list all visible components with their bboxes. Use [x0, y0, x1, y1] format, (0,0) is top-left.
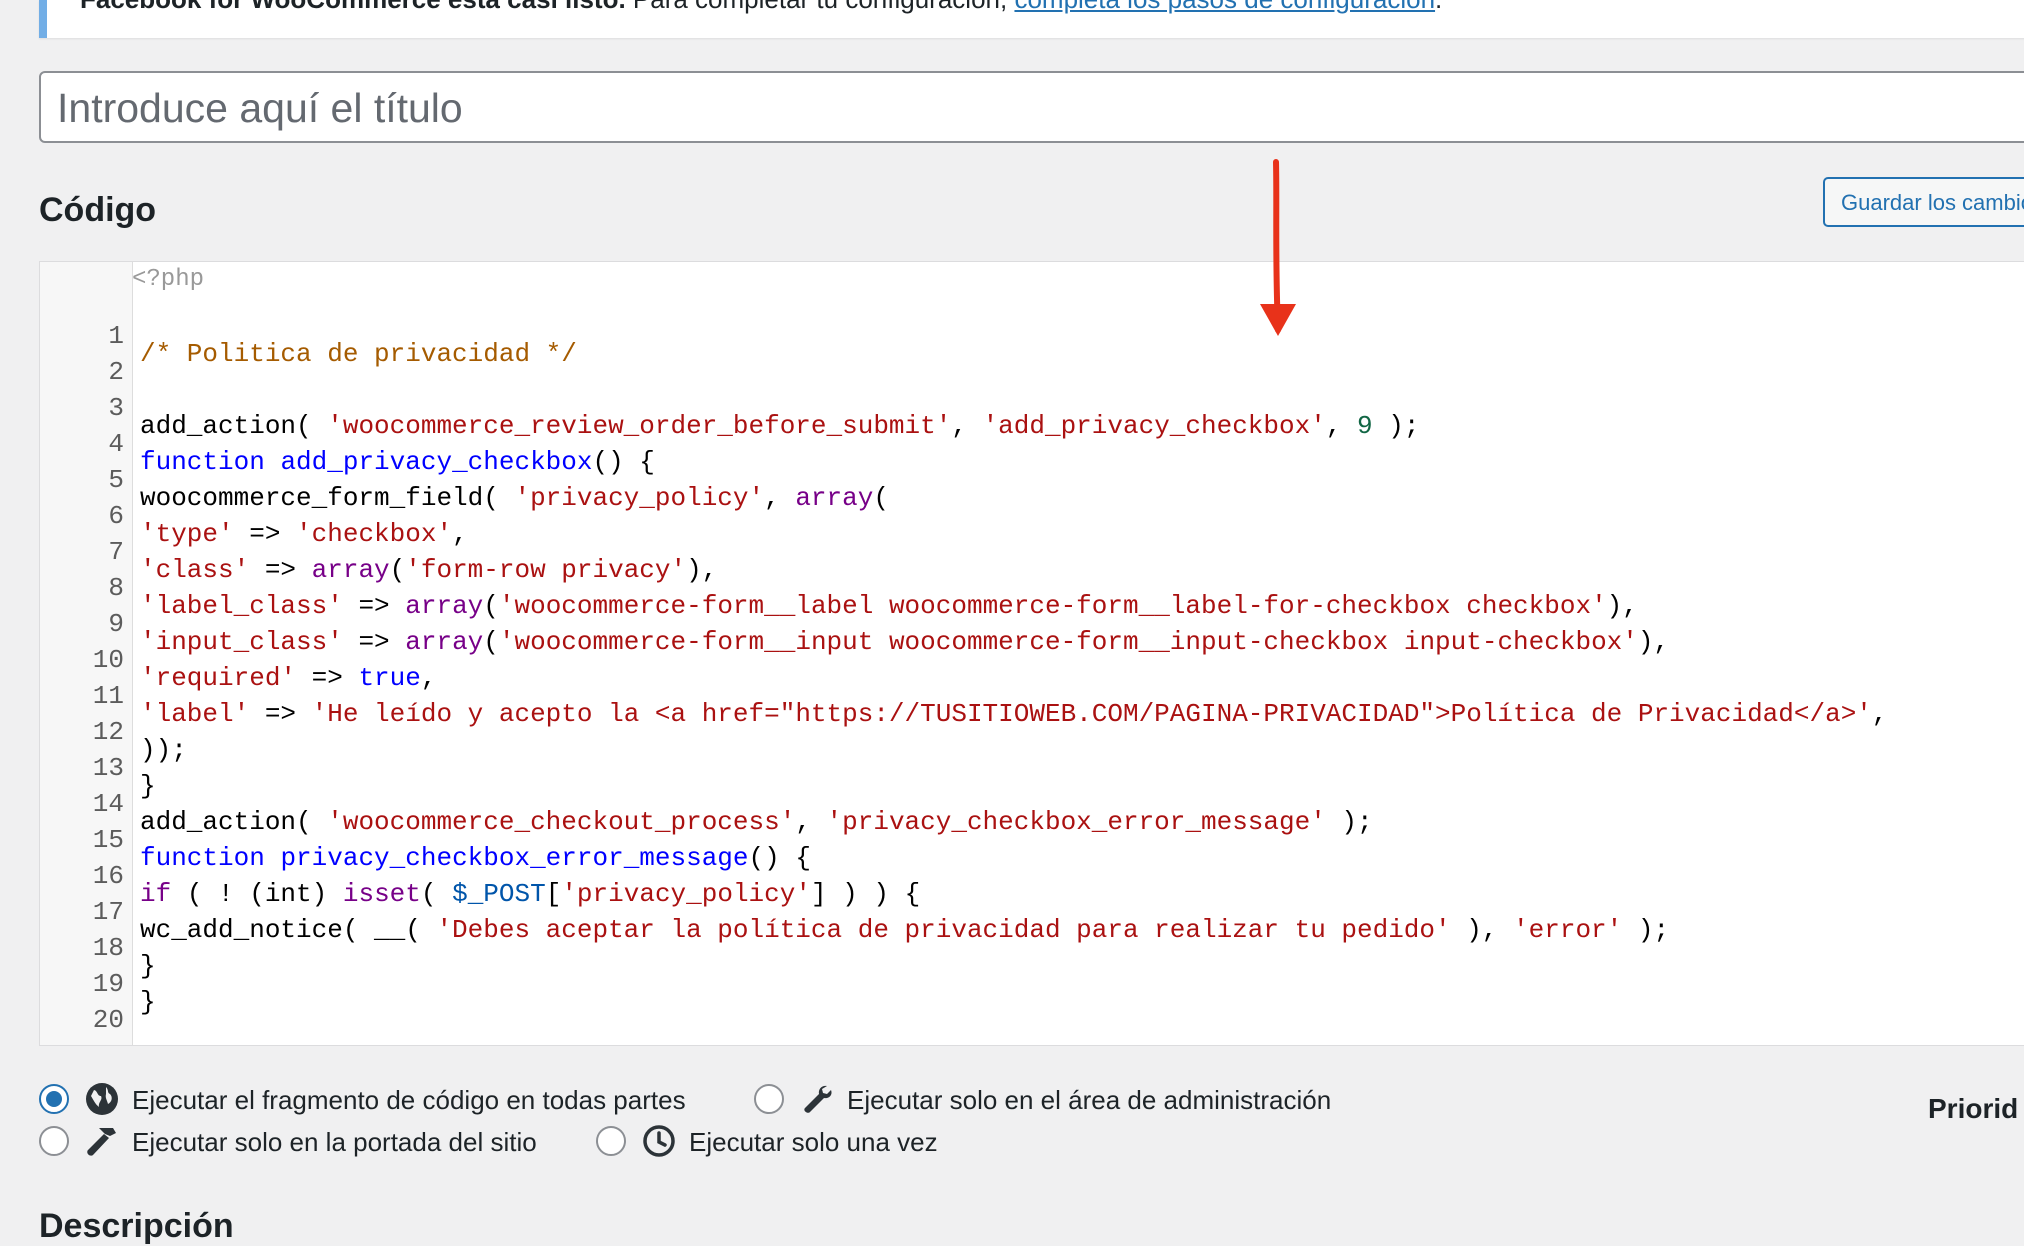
php-open-tag: <?php [132, 266, 205, 293]
admin-notice: Facebook for WooCommerce está casi listo… [39, 0, 2024, 38]
description-heading: Descripción [39, 1207, 234, 1245]
code-section-heading: Código [39, 191, 157, 229]
option-admin[interactable]: Ejecutar solo en el área de administraci… [754, 1082, 1394, 1118]
code-line: 15 function privacy_checkbox_error_messa… [40, 804, 2024, 873]
radio-frontend[interactable] [39, 1126, 69, 1156]
code-line: 2 [40, 336, 2024, 387]
title-input[interactable]: Introduce aquí el título [39, 71, 2024, 143]
title-placeholder: Introduce aquí el título [57, 85, 463, 131]
notice-text: Facebook for WooCommerce está casi listo… [80, 0, 1442, 15]
radio-once[interactable] [596, 1126, 626, 1156]
code-line: 6 'type' => 'checkbox', [40, 480, 2024, 549]
clock-icon [643, 1125, 675, 1157]
code-line: 5 woocommerce_form_field( 'privacy_polic… [40, 444, 2024, 513]
code-line: 16 if ( ! (int) isset( $_POST['privacy_p… [40, 840, 2024, 909]
code-line: 8 'label_class' => array('woocommerce-fo… [40, 552, 2024, 621]
wrench-icon [804, 1085, 832, 1113]
code-line: 19 } [40, 948, 2024, 1017]
notice-body: Para completar tu configuración, [626, 0, 1015, 14]
option-everywhere-label: Ejecutar el fragmento de código en todas… [132, 1085, 686, 1115]
code-line: 18 } [40, 912, 2024, 981]
annotation-arrow-icon [1260, 159, 1296, 336]
code-line: 17 wc_add_notice( __( 'Debes aceptar la … [40, 876, 2024, 945]
option-frontend[interactable]: Ejecutar solo en la portada del sitio [39, 1124, 619, 1160]
code-line: 14 add_action( 'woocommerce_checkout_pro… [40, 768, 2024, 837]
code-line: 20 [40, 984, 2024, 1035]
code-line: 7 'class' => array('form-row privacy'), [40, 516, 2024, 585]
code-line: 10 'required' => true, [40, 624, 2024, 693]
radio-admin[interactable] [754, 1084, 784, 1114]
notice-bold: Facebook for WooCommerce está casi listo… [80, 0, 626, 14]
radio-everywhere[interactable] [39, 1084, 69, 1114]
option-admin-label: Ejecutar solo en el área de administraci… [847, 1085, 1332, 1115]
notice-tail: . [1435, 0, 1442, 14]
code-line: 11 'label' => 'He leído y acepto la <a h… [40, 660, 2024, 729]
code-line: 12 )); [40, 696, 2024, 765]
option-once[interactable]: Ejecutar solo una vez [596, 1124, 1016, 1160]
code-line: 13 } [40, 732, 2024, 801]
code-line: 3 add_action( 'woocommerce_review_order_… [40, 372, 2024, 441]
save-changes-button[interactable]: Guardar los cambios [1823, 177, 2024, 227]
setup-steps-link[interactable]: completa los pasos de configuración [1014, 0, 1435, 14]
code-line: 9 'input_class' => array('woocommerce-fo… [40, 588, 2024, 657]
globe-icon [86, 1083, 118, 1115]
code-line: 1 /* Politica de privacidad */ [40, 300, 2024, 369]
scope-options: Ejecutar el fragmento de código en todas… [39, 1082, 2024, 1162]
code-content[interactable]: <?php 1 /* Politica de privacidad */ 2 3… [40, 262, 2024, 1045]
option-once-label: Ejecutar solo una vez [689, 1127, 938, 1157]
code-line: 4 function add_privacy_checkbox() { [40, 408, 2024, 477]
line-number: 20 [92, 1005, 124, 1035]
option-everywhere[interactable]: Ejecutar el fragmento de código en todas… [39, 1082, 739, 1118]
priority-label: Priorid [1928, 1093, 2019, 1124]
option-frontend-label: Ejecutar solo en la portada del sitio [132, 1127, 537, 1157]
code-editor[interactable]: <?php 1 /* Politica de privacidad */ 2 3… [39, 261, 2024, 1046]
hammer-icon [87, 1128, 116, 1156]
